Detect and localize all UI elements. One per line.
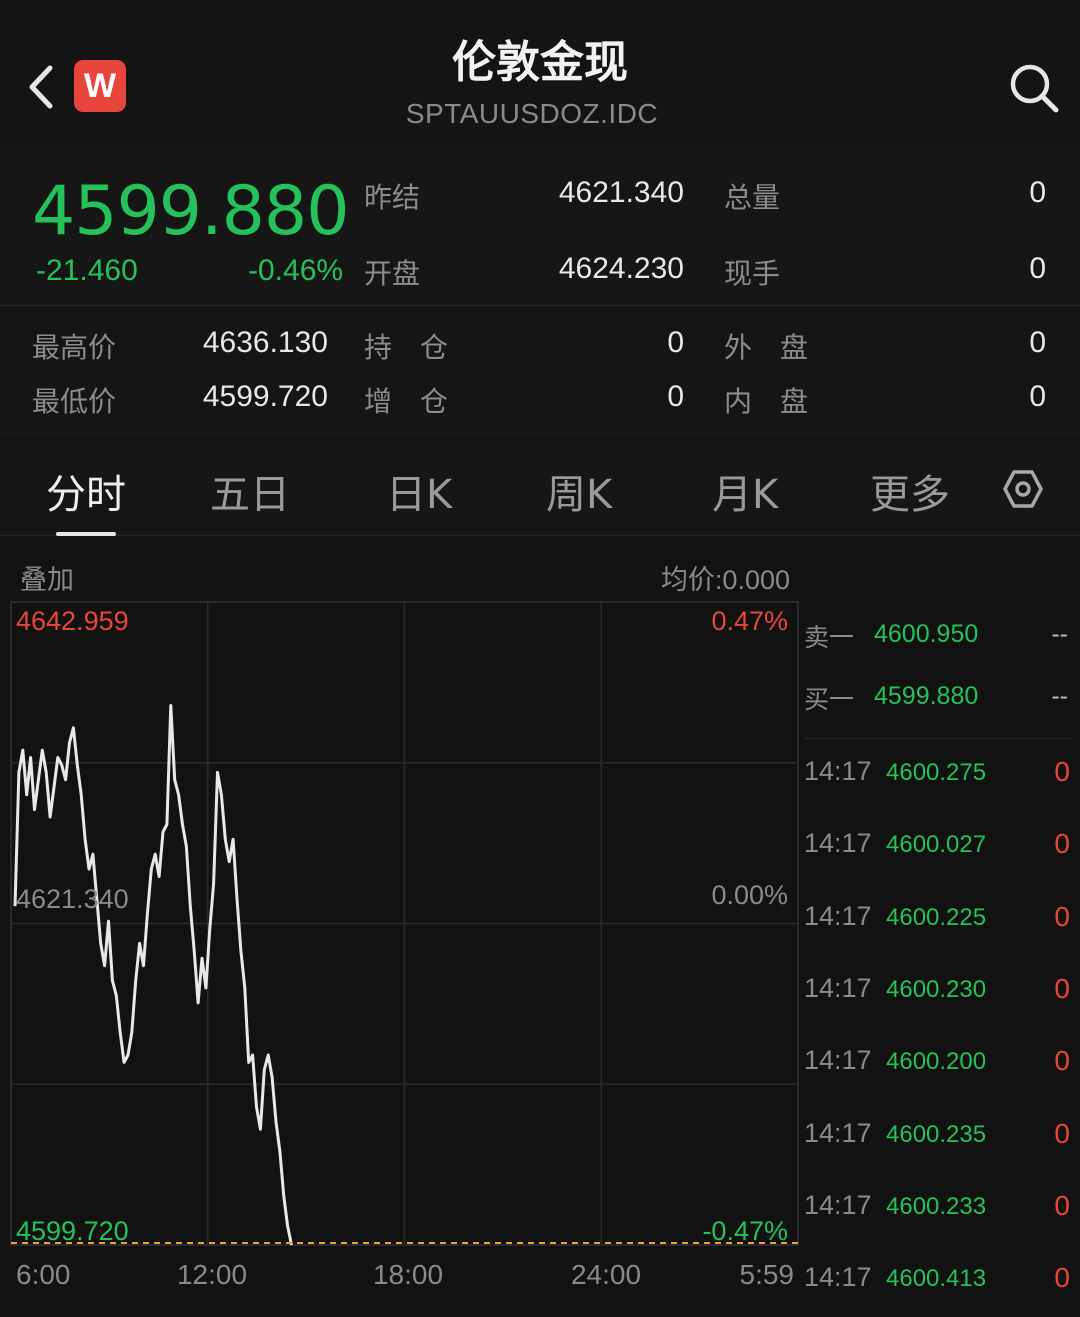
inner-label: 内 盘 [724, 385, 809, 418]
trade-time: 14:17 [804, 756, 872, 786]
tab-intraday[interactable]: 分时 [46, 462, 126, 520]
buy1-label: 买一 [804, 685, 855, 714]
total-volume-value: 0 [1029, 176, 1046, 209]
pct-top-label: 0.47% [711, 606, 788, 636]
pct-bottom-label: -0.47% [702, 1216, 788, 1246]
trade-time: 14:17 [804, 1045, 872, 1076]
trade-price: 4600.230 [886, 975, 987, 1003]
search-icon[interactable] [1006, 60, 1062, 116]
trade-time: 14:17 [804, 900, 872, 931]
trade-price: 4600.225 [886, 903, 987, 931]
price-change-pct: -0.46% [248, 254, 344, 287]
last-price: 4599.880 [32, 172, 349, 251]
tab-week-k[interactable]: 周K [546, 462, 612, 520]
tab-five-day[interactable]: 五日 [210, 462, 290, 520]
prev-settle-label: 昨结 [364, 181, 421, 214]
trade-volume: 0 [1054, 828, 1070, 860]
low-value: 4599.720 [202, 380, 328, 413]
prev-settle-value: 4621.340 [558, 176, 684, 209]
trade-price: 4600.233 [886, 1192, 987, 1220]
outer-value: 0 [1029, 326, 1046, 359]
high-label: 最高价 [32, 331, 117, 364]
low-label: 最低价 [32, 385, 117, 418]
inner-value: 0 [1029, 380, 1046, 413]
current-hand-value: 0 [1029, 252, 1046, 285]
position-label: 持 仓 [364, 331, 449, 364]
avg-price: 均价:0.000 [660, 565, 790, 595]
intraday-chart[interactable]: 4642.959 4621.340 4599.720 0.47% 0.00% -… [0, 600, 800, 1305]
position-value: 0 [667, 326, 684, 359]
open-value: 4624.230 [558, 252, 684, 285]
buy1-volume: -- [1051, 682, 1068, 710]
y-mid-label: 4621.340 [16, 884, 129, 914]
x-tick-label: 6:00 [16, 1259, 71, 1290]
current-hand-label: 现手 [724, 257, 781, 290]
trade-time: 14:17 [804, 972, 872, 1003]
add-position-value: 0 [667, 380, 684, 413]
trade-volume: 0 [1054, 900, 1070, 932]
pct-mid-label: 0.00% [711, 880, 788, 910]
tab-month-k[interactable]: 月K [712, 462, 778, 520]
trade-price: 4600.275 [886, 759, 987, 786]
x-tick-label: 12:00 [177, 1259, 247, 1290]
trade-time: 14:17 [804, 1117, 872, 1148]
trade-price: 4600.200 [886, 1048, 987, 1076]
sell1-price: 4600.950 [874, 620, 979, 648]
trade-price: 4600.027 [886, 831, 987, 859]
trade-volume: 0 [1054, 1045, 1070, 1077]
y-top-label: 4642.959 [16, 606, 129, 636]
price-change: -21.460 [36, 254, 138, 287]
open-label: 开盘 [364, 257, 421, 290]
outer-label: 外 盘 [724, 331, 809, 364]
page-title: 伦敦金现 [452, 37, 628, 88]
trade-time: 14:17 [804, 1262, 872, 1293]
trade-time: 14:17 [804, 828, 872, 859]
sell1-volume: -- [1051, 620, 1068, 648]
x-tick-label: 24:00 [571, 1259, 641, 1290]
y-bottom-label: 4599.720 [16, 1216, 129, 1246]
sell1-label: 卖一 [804, 623, 855, 652]
add-position-label: 增 仓 [364, 385, 449, 418]
trade-volume: 0 [1054, 1189, 1070, 1221]
x-tick-label: 5:59 [740, 1259, 795, 1290]
tab-more[interactable]: 更多 [870, 462, 950, 520]
trade-price: 4600.413 [886, 1265, 987, 1293]
symbol-code: SPTAUUSDOZ.IDC [405, 98, 659, 129]
price-line [13, 704, 293, 1246]
tab-day-k[interactable]: 日K [386, 462, 452, 520]
trade-time: 14:17 [804, 1189, 872, 1220]
trade-price: 4600.235 [886, 1120, 987, 1148]
settings-icon[interactable] [1002, 468, 1044, 510]
active-tab-indicator [56, 532, 116, 536]
buy1-price: 4599.880 [874, 682, 979, 710]
overlay-button[interactable]: 叠加 [20, 558, 74, 597]
divider [804, 738, 1074, 739]
trade-volume: 0 [1054, 756, 1070, 787]
trade-volume: 0 [1054, 1117, 1070, 1149]
high-value: 4636.130 [202, 326, 328, 359]
x-tick-label: 18:00 [373, 1259, 443, 1290]
total-volume-label: 总量 [724, 181, 781, 214]
trade-volume: 0 [1054, 1262, 1070, 1294]
trade-volume: 0 [1054, 972, 1070, 1004]
